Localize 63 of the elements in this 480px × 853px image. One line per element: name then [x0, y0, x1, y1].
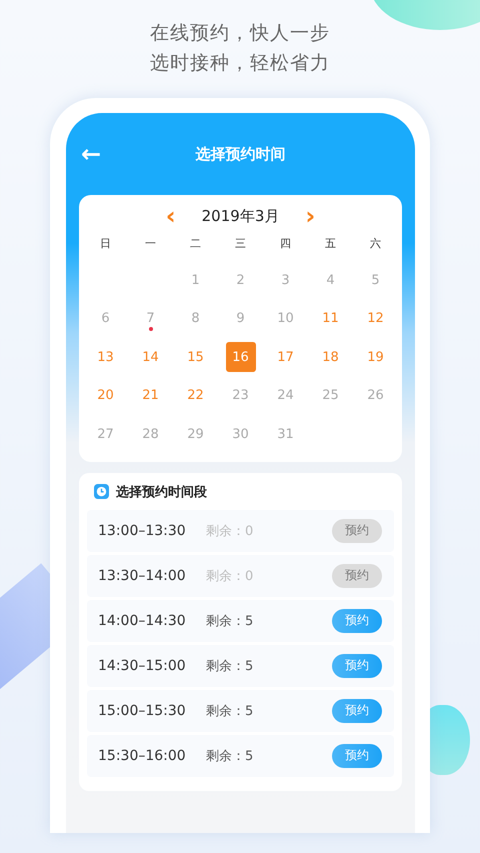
slot-time: 15:00–15:30 — [98, 702, 187, 718]
tagline-text: 选时接种，轻松省力 — [150, 51, 330, 76]
section-title: 选择预约时间段 — [116, 484, 207, 500]
month-label: 2019年3月 — [202, 206, 280, 226]
slot-time: 14:30–15:00 — [98, 658, 187, 674]
book-button[interactable]: 预约 — [332, 608, 382, 632]
remaining-count: 剩余：0 — [206, 522, 254, 540]
remaining-count: 剩余：5 — [206, 658, 254, 674]
calendar-day[interactable]: 2 — [226, 265, 256, 296]
calendar-day[interactable]: 21 — [136, 380, 166, 411]
calendar-day[interactable]: 29 — [180, 419, 210, 450]
calendar-day[interactable]: 17 — [270, 342, 300, 372]
book-button[interactable]: 预约 — [332, 654, 382, 678]
remaining-count: 剩余：5 — [206, 748, 254, 764]
calendar-day[interactable]: 12 — [360, 304, 390, 334]
calendar-day[interactable]: 6 — [90, 304, 120, 334]
calendar-day[interactable]: 31 — [270, 419, 300, 450]
clock-icon — [94, 484, 109, 499]
weekday-label: 二 — [189, 236, 202, 252]
remaining-count: 剩余：5 — [206, 612, 254, 630]
calendar-day[interactable]: 20 — [90, 380, 120, 411]
book-button[interactable]: 预约 — [332, 698, 382, 722]
calendar-day[interactable]: 5 — [360, 265, 390, 296]
calendar-day[interactable]: 15 — [180, 342, 210, 372]
tagline-text: 在线预约，快人一步 — [150, 21, 330, 46]
slot-time: 14:00–14:30 — [98, 612, 187, 628]
calendar-day[interactable]: 11 — [316, 304, 346, 334]
back-button[interactable]: ← — [79, 140, 104, 168]
calendar-day[interactable]: 14 — [136, 342, 166, 372]
calendar-day[interactable]: 24 — [270, 380, 300, 411]
calendar-day[interactable]: 30 — [226, 419, 256, 450]
slot-time: 13:00–13:30 — [98, 522, 187, 538]
weekday-label: 一 — [144, 236, 157, 252]
next-month-button[interactable]: › — [305, 205, 316, 227]
calendar-day[interactable]: 3 — [270, 265, 300, 296]
calendar-day[interactable]: 7 — [136, 304, 166, 334]
calendar-day[interactable]: 25 — [316, 380, 346, 411]
weekday-label: 六 — [369, 236, 382, 252]
calendar-day[interactable]: 16 — [226, 342, 256, 372]
calendar-day[interactable]: 9 — [226, 304, 256, 334]
remaining-count: 剩余：0 — [206, 568, 254, 584]
calendar-day[interactable]: 22 — [180, 380, 210, 411]
calendar-day[interactable]: 28 — [136, 419, 166, 450]
slot-time: 13:30–14:00 — [98, 568, 187, 584]
weekday-label: 日 — [99, 236, 112, 252]
remaining-count: 剩余：5 — [206, 702, 254, 720]
previous-month-button[interactable]: ‹ — [166, 205, 176, 227]
calendar-day[interactable]: 26 — [360, 380, 390, 411]
calendar-day[interactable]: 10 — [270, 304, 300, 334]
calendar-day[interactable]: 1 — [180, 265, 210, 296]
calendar-day[interactable]: 23 — [226, 380, 256, 411]
calendar-day[interactable]: 13 — [90, 342, 120, 372]
calendar-day[interactable]: 4 — [316, 265, 346, 296]
calendar-day[interactable]: 19 — [360, 342, 390, 372]
weekday-label: 四 — [279, 236, 292, 252]
calendar-day[interactable]: 27 — [90, 419, 120, 450]
calendar-day[interactable]: 18 — [316, 342, 346, 372]
slot-time: 15:30–16:00 — [98, 748, 187, 764]
weekday-label: 三 — [234, 236, 247, 252]
weekday-label: 五 — [324, 236, 337, 252]
book-button[interactable]: 预约 — [332, 744, 382, 768]
calendar-day[interactable]: 8 — [180, 304, 210, 334]
page-title: 选择预约时间 — [196, 144, 286, 164]
